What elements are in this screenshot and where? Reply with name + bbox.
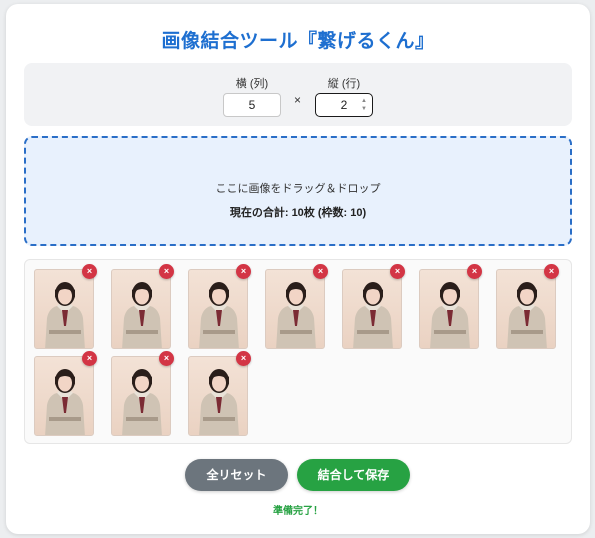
grid-settings-panel: 横 (列) 5 × 縦 (行) 2 ▲ ▼ xyxy=(24,63,572,126)
image-thumbnail[interactable] xyxy=(111,269,171,349)
rows-label: 縦 (行) xyxy=(327,78,361,90)
image-thumbnail[interactable] xyxy=(34,356,94,436)
columns-input[interactable]: 5 xyxy=(223,93,281,117)
remove-image-button[interactable]: × xyxy=(82,351,97,366)
remove-image-button[interactable]: × xyxy=(544,264,559,279)
columns-label: 横 (列) xyxy=(235,78,269,90)
image-thumbnail[interactable] xyxy=(496,269,556,349)
remove-image-button[interactable]: × xyxy=(467,264,482,279)
total-count: 現在の合計: 10枚 (枠数: 10) xyxy=(229,207,367,219)
image-gallery: × × × × × × × × × × xyxy=(24,259,572,444)
reset-all-button[interactable]: 全リセット xyxy=(185,459,288,491)
remove-image-button[interactable]: × xyxy=(236,351,251,366)
columns-setting: 横 (列) 5 xyxy=(223,75,281,117)
remove-image-button[interactable]: × xyxy=(159,351,174,366)
dropzone-prompt: ここに画像をドラッグ＆ドロップ xyxy=(215,183,381,195)
image-thumbnail[interactable] xyxy=(342,269,402,349)
image-thumbnail[interactable] xyxy=(34,269,94,349)
image-thumbnail[interactable] xyxy=(265,269,325,349)
image-dropzone[interactable]: ここに画像をドラッグ＆ドロップ 現在の合計: 10枚 (枠数: 10) xyxy=(24,136,572,246)
times-symbol: × xyxy=(294,93,302,107)
rows-value: 2 xyxy=(340,98,348,112)
remove-image-button[interactable]: × xyxy=(236,264,251,279)
remove-image-button[interactable]: × xyxy=(159,264,174,279)
remove-image-button[interactable]: × xyxy=(390,264,405,279)
image-thumbnail[interactable] xyxy=(419,269,479,349)
rows-input[interactable]: 2 ▲ ▼ xyxy=(315,93,373,117)
spinner-icon[interactable]: ▲ ▼ xyxy=(360,97,368,113)
main-card: 画像結合ツール『繋げるくん』 横 (列) 5 × 縦 (行) 2 ▲ ▼ ここに画… xyxy=(6,4,590,534)
image-thumbnail[interactable] xyxy=(188,356,248,436)
rows-setting: 縦 (行) 2 ▲ ▼ xyxy=(315,75,373,117)
image-thumbnail[interactable] xyxy=(111,356,171,436)
image-thumbnail[interactable] xyxy=(188,269,248,349)
remove-image-button[interactable]: × xyxy=(313,264,328,279)
merge-save-button[interactable]: 結合して保存 xyxy=(297,459,410,491)
status-message: 準備完了！ xyxy=(273,506,323,517)
page-title: 画像結合ツール『繋げるくん』 xyxy=(161,31,435,52)
remove-image-button[interactable]: × xyxy=(82,264,97,279)
